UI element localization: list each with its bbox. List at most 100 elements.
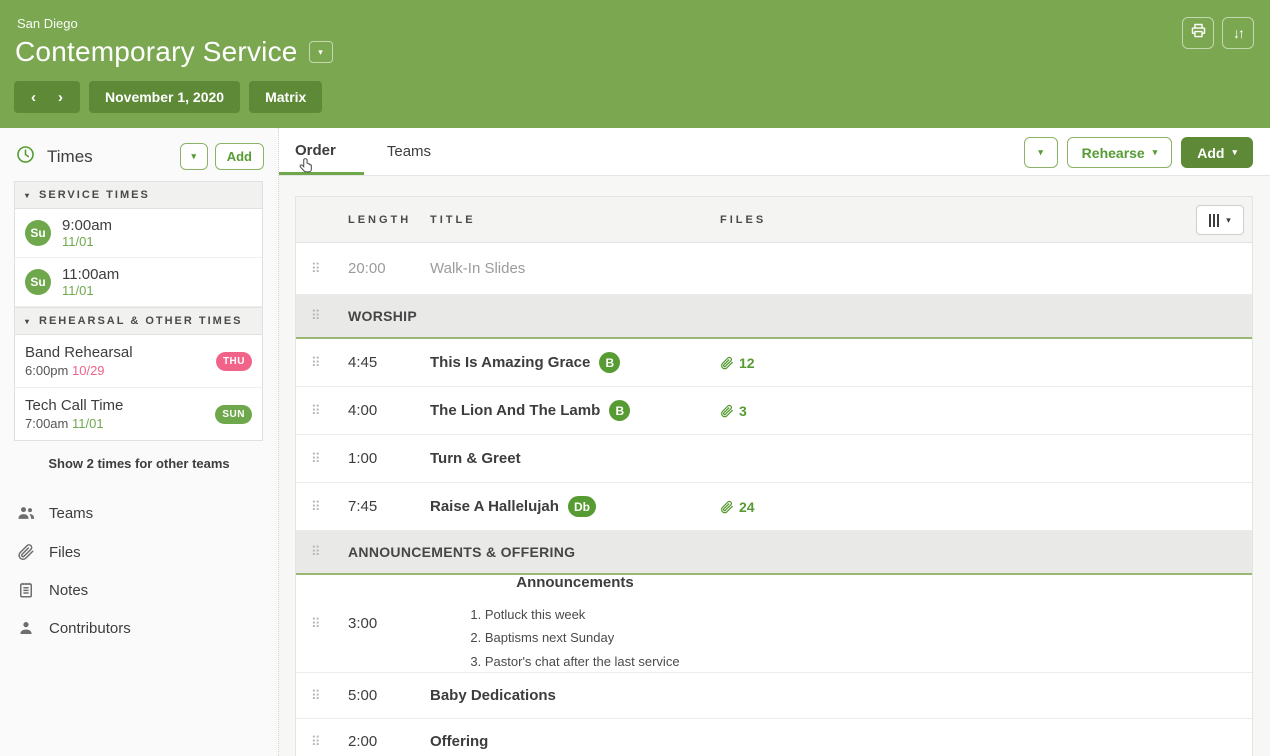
drag-handle-icon[interactable]: ⠿	[311, 355, 321, 370]
drag-handle-icon[interactable]: ⠿	[311, 616, 321, 631]
service-times-header-label: SERVICE TIMES	[39, 189, 150, 201]
rehearsal-time: 7:00am	[25, 416, 68, 431]
campus-name: San Diego	[17, 16, 78, 31]
day-pill-badge: THU	[216, 352, 252, 371]
files-count-value: 12	[739, 355, 755, 371]
item-title: Raise A Hallelujah	[430, 498, 559, 515]
rehearsal-time-item[interactable]: Band Rehearsal 6:00pm 10/29 THU	[15, 335, 262, 388]
files-count-value: 3	[739, 403, 747, 419]
print-button[interactable]	[1182, 17, 1214, 49]
item-notes: 1. Potluck this week 2. Baptisms next Su…	[470, 603, 679, 673]
item-title: Offering	[430, 733, 488, 750]
day-pill-badge: SUN	[215, 405, 252, 424]
order-options-button[interactable]: ▾	[1024, 137, 1058, 168]
drag-handle-icon[interactable]: ⠿	[311, 403, 321, 418]
drag-handle-icon[interactable]: ⠿	[311, 734, 321, 749]
tab-order-label: Order	[295, 142, 336, 159]
columns-icon	[1209, 214, 1219, 227]
plan-tabs: Order Teams ▾ Rehearse ▾	[279, 128, 1270, 176]
column-settings-button[interactable]: ▾	[1196, 205, 1244, 235]
add-time-button[interactable]: Add	[215, 143, 264, 170]
plan-header: San Diego Contemporary Service ▾ ‹ › Nov…	[0, 0, 1270, 128]
main-content: Order Teams ▾ Rehearse ▾	[279, 128, 1270, 756]
add-button-label: Add	[1197, 145, 1224, 161]
drag-handle-icon[interactable]: ⠿	[311, 451, 321, 466]
sidebar-item-contributors[interactable]: Contributors	[0, 609, 278, 647]
service-time-item[interactable]: Su 9:00am 11/01	[15, 209, 262, 258]
song-key-badge: B	[599, 352, 620, 373]
drag-handle-icon[interactable]: ⠿	[311, 499, 321, 514]
item-length: 4:00	[348, 402, 430, 419]
item-length: 3:00	[348, 615, 430, 632]
item-title: Announcements	[516, 574, 634, 591]
item-title: Turn & Greet	[430, 450, 521, 467]
times-section-title: Times	[47, 147, 180, 167]
section-title: ANNOUNCEMENTS & OFFERING	[348, 544, 575, 560]
order-row[interactable]: ⠿ 4:45 This Is Amazing Grace B 12	[296, 339, 1252, 387]
song-key-badge: B	[609, 400, 630, 421]
item-length: 1:00	[348, 450, 430, 467]
chevron-left-icon[interactable]: ‹	[31, 89, 36, 106]
rehearsal-time-item[interactable]: Tech Call Time 7:00am 11/01 SUN	[15, 388, 262, 440]
chevron-down-icon: ▾	[1232, 147, 1237, 158]
order-row[interactable]: ⠿ 1:00 Turn & Greet	[296, 435, 1252, 483]
plan-title-menu-button[interactable]: ▾	[309, 41, 333, 63]
item-length: 5:00	[348, 687, 430, 704]
order-row[interactable]: ⠿ 5:00 Baby Dedications	[296, 673, 1252, 719]
rehearsal-time: 6:00pm	[25, 363, 68, 378]
date-prev-next-control[interactable]: ‹ ›	[14, 81, 80, 113]
item-title: Baby Dedications	[430, 687, 556, 704]
files-count[interactable]: 3	[720, 403, 747, 419]
order-section-row[interactable]: ⠿ WORSHIP	[296, 295, 1252, 339]
chevron-down-icon: ▾	[1226, 215, 1231, 226]
plan-title: Contemporary Service	[15, 36, 298, 68]
drag-handle-icon[interactable]: ⠿	[311, 688, 321, 703]
sidebar-item-label: Files	[49, 544, 81, 561]
tab-teams[interactable]: Teams	[364, 128, 454, 175]
sidebar-item-teams[interactable]: Teams	[0, 493, 278, 533]
service-time-item[interactable]: Su 11:00am 11/01	[15, 258, 262, 307]
song-key-badge: Db	[568, 496, 596, 517]
add-item-button[interactable]: Add ▾	[1181, 137, 1253, 168]
rehearsal-times-header-label: REHEARSAL & OTHER TIMES	[39, 315, 242, 327]
drag-handle-icon[interactable]: ⠿	[311, 308, 321, 323]
day-badge: Su	[25, 220, 51, 246]
order-row[interactable]: ⠿ 20:00 Walk-In Slides	[296, 243, 1252, 295]
date-button[interactable]: November 1, 2020	[89, 81, 240, 113]
rehearsal-times-header[interactable]: ▾ REHEARSAL & OTHER TIMES	[15, 307, 262, 335]
item-length: 7:45	[348, 498, 430, 515]
clock-icon	[16, 145, 35, 169]
order-row[interactable]: ⠿ 7:45 Raise A Hallelujah Db 24	[296, 483, 1252, 531]
rehearsal-title: Band Rehearsal	[25, 344, 133, 361]
order-section-row[interactable]: ⠿ ANNOUNCEMENTS & OFFERING	[296, 531, 1252, 575]
show-other-team-times-link[interactable]: Show 2 times for other teams	[0, 456, 278, 471]
times-options-button[interactable]: ▾	[180, 143, 208, 170]
sidebar-item-label: Teams	[49, 505, 93, 522]
files-count[interactable]: 12	[720, 355, 755, 371]
sidebar-item-files[interactable]: Files	[0, 533, 278, 571]
triangle-down-icon: ▾	[25, 191, 31, 200]
drag-handle-icon[interactable]: ⠿	[311, 544, 321, 559]
order-row[interactable]: ⠿ 4:00 The Lion And The Lamb B 3	[296, 387, 1252, 435]
chevron-right-icon[interactable]: ›	[58, 89, 63, 106]
sidebar-item-label: Notes	[49, 582, 88, 599]
files-count-value: 24	[739, 499, 755, 515]
matrix-button[interactable]: Matrix	[249, 81, 322, 113]
item-note: 3. Pastor's chat after the last service	[470, 650, 679, 673]
order-row[interactable]: ⠿ 2:00 Offering	[296, 719, 1252, 756]
service-time: 9:00am	[62, 217, 112, 234]
item-title: Walk-In Slides	[430, 260, 525, 277]
drag-handle-icon[interactable]: ⠿	[311, 261, 321, 276]
files-count[interactable]: 24	[720, 499, 755, 515]
item-length: 20:00	[348, 260, 430, 277]
rehearse-button[interactable]: Rehearse ▾	[1067, 137, 1173, 168]
sidebar-item-notes[interactable]: Notes	[0, 571, 278, 609]
chevron-down-icon: ▾	[318, 47, 323, 58]
triangle-down-icon: ▾	[25, 317, 31, 326]
order-row[interactable]: ⠿ 3:00 Announcements 1. Potluck this wee…	[296, 575, 1252, 673]
reorder-times-button[interactable]: ↓↑	[1222, 17, 1254, 49]
tab-order[interactable]: Order	[279, 128, 364, 175]
rehearsal-date: 11/01	[72, 416, 104, 431]
chevron-down-icon: ▾	[1038, 147, 1043, 158]
service-times-header[interactable]: ▾ SERVICE TIMES	[15, 182, 262, 209]
